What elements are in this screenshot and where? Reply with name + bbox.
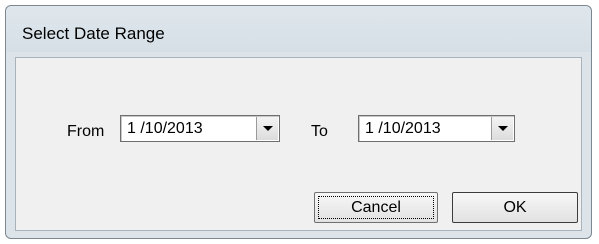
cancel-button-label: Cancel [351, 199, 401, 216]
cancel-button[interactable]: Cancel [314, 192, 438, 223]
from-dropdown-button[interactable] [256, 117, 278, 140]
dialog-title: Select Date Range [22, 24, 165, 43]
select-date-range-dialog: Select Date Range From 1 /10/2013 To 1 /… [5, 5, 592, 239]
from-label: From [67, 123, 105, 140]
to-date-value: 1 /10/2013 [365, 120, 441, 137]
to-dropdown-button[interactable] [491, 117, 513, 140]
chevron-down-icon [263, 126, 273, 131]
from-date-value: 1 /10/2013 [127, 120, 203, 137]
ok-button-label: OK [503, 199, 527, 216]
ok-button[interactable]: OK [452, 192, 578, 223]
to-date-picker[interactable]: 1 /10/2013 [358, 115, 515, 142]
to-label: To [311, 123, 328, 140]
from-date-picker[interactable]: 1 /10/2013 [120, 115, 280, 142]
chevron-down-icon [498, 126, 508, 131]
title-bar[interactable]: Select Date Range [6, 6, 591, 52]
dialog-body: From 1 /10/2013 To 1 /10/2013 Cancel OK [15, 57, 582, 231]
